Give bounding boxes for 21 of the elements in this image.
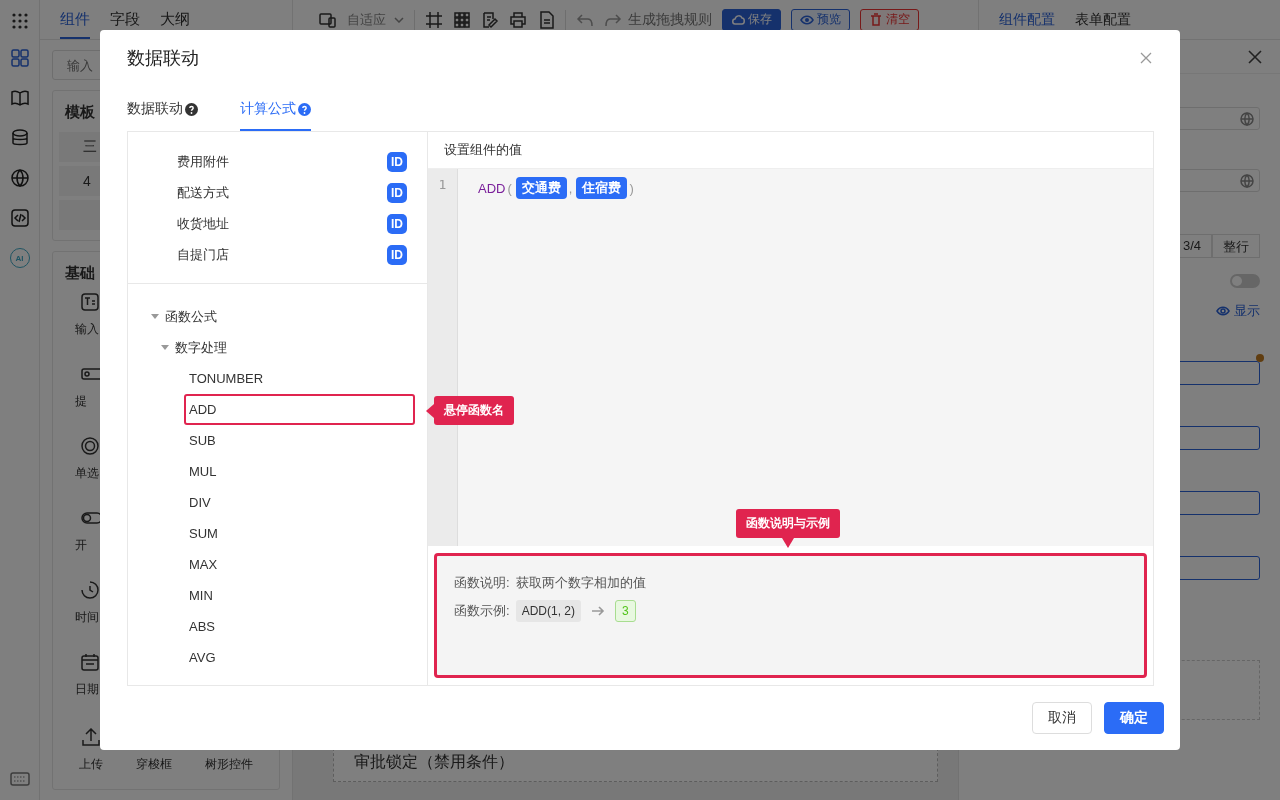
id-badge: ID <box>387 244 407 265</box>
punctuation: ) <box>629 180 634 196</box>
id-badge: ID <box>387 182 407 203</box>
form-item-label: 审批锁定（禁用条件） <box>354 752 514 772</box>
field-tag: 住宿费 <box>576 177 628 199</box>
dialog-title: 数据联动 <box>127 47 199 70</box>
example-result: 3 <box>614 600 636 622</box>
section-title: 模板 <box>65 103 95 122</box>
id-badge: ID <box>387 213 407 234</box>
line-number: 1 <box>437 177 448 192</box>
function-name: ADD <box>478 180 506 196</box>
example-code: ADD(1, 2) <box>515 600 581 622</box>
punctuation: , <box>568 180 573 196</box>
section-title: 基础 <box>65 264 95 283</box>
punctuation: ( <box>507 180 512 196</box>
id-badge: ID <box>387 151 407 172</box>
example-label: 函数示例: <box>454 602 510 620</box>
annotation-callout: 函数说明与示例 <box>736 509 840 538</box>
description-label: 函数说明: <box>454 574 510 592</box>
description-text: 获取两个数字相加的值 <box>515 574 646 592</box>
field-tag: 交通费 <box>515 177 567 199</box>
